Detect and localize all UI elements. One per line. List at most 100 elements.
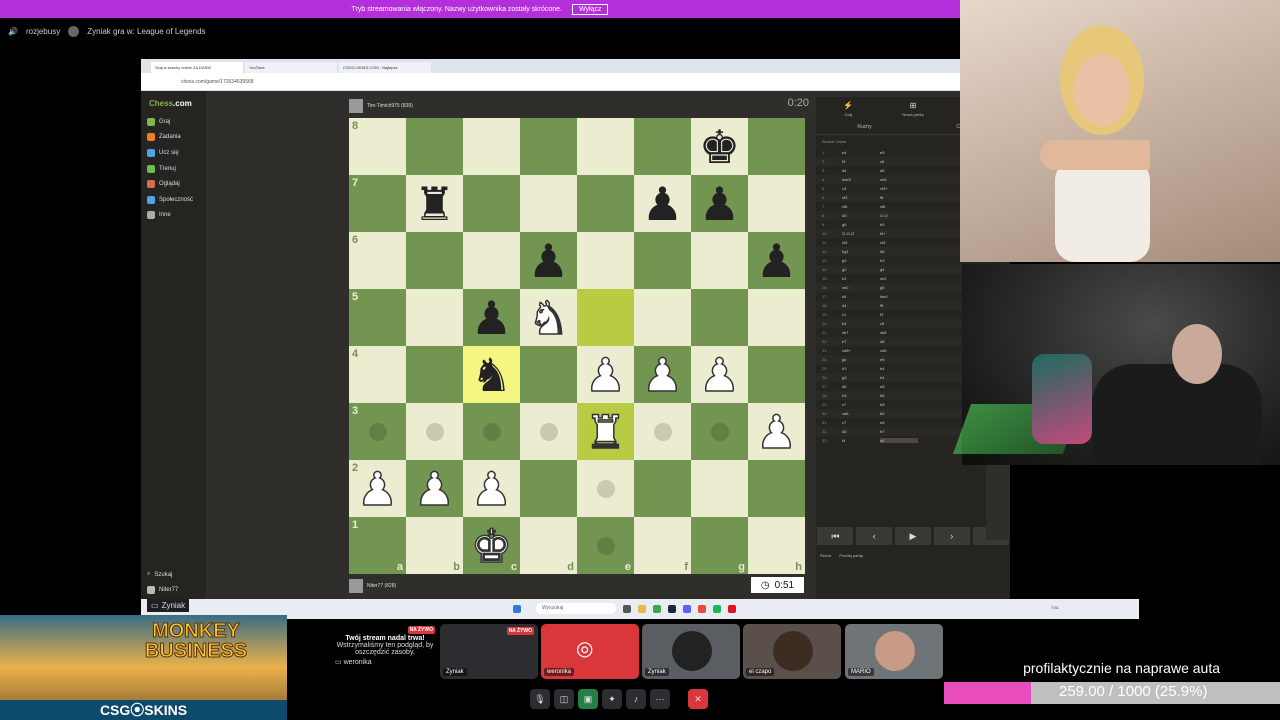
csgoskins-ad[interactable]: MONKEY BUSINESS CSG⦿SKINS	[0, 615, 287, 720]
square-h3[interactable]: ♟	[748, 403, 805, 460]
square-a3[interactable]: 3	[349, 403, 406, 460]
spotify-icon[interactable]	[713, 605, 721, 613]
move[interactable]: d3	[842, 213, 880, 218]
square-a1[interactable]: 1a	[349, 517, 406, 574]
opponent-name[interactable]: Tim-Timich975 (839)	[367, 103, 413, 109]
move[interactable]: g3	[842, 375, 880, 380]
black-rook-icon[interactable]: ♜	[414, 181, 455, 227]
sidebar-item-0[interactable]: Graj	[141, 114, 206, 130]
move[interactable]: h3	[880, 258, 918, 263]
legal-move-dot[interactable]	[368, 422, 387, 441]
square-c2[interactable]: ♟	[463, 460, 520, 517]
square-h2[interactable]	[748, 460, 805, 517]
move[interactable]: h5	[880, 222, 918, 227]
square-b5[interactable]	[406, 289, 463, 346]
square-c1[interactable]: c ♚	[463, 517, 520, 574]
square-f3[interactable]	[634, 403, 691, 460]
move[interactable]: h4	[880, 375, 918, 380]
square-e4[interactable]: ♟	[577, 346, 634, 403]
prev-move-button[interactable]: ‹	[856, 527, 893, 545]
move[interactable]: e6	[880, 357, 918, 362]
white-pawn-icon[interactable]: ♟	[755, 408, 798, 456]
square-d5[interactable]: ♞	[520, 289, 577, 346]
square-g4[interactable]: ♟	[691, 346, 748, 403]
microphone-button[interactable]: 🎙	[530, 689, 550, 709]
move[interactable]: e5	[880, 150, 918, 155]
media-icon[interactable]	[728, 605, 736, 613]
disconnect-button[interactable]: ✕	[688, 689, 708, 709]
webcam-zyniak[interactable]	[952, 264, 1280, 465]
move[interactable]: g5	[842, 222, 880, 227]
legal-move-dot[interactable]	[596, 479, 615, 498]
square-g5[interactable]	[691, 289, 748, 346]
participant-tile[interactable]: ◎ weronika	[541, 624, 639, 679]
square-e1[interactable]: e	[577, 517, 634, 574]
square-g3[interactable]	[691, 403, 748, 460]
move[interactable]: c7	[842, 420, 880, 425]
disable-streamer-mode-button[interactable]: Wyłącz	[571, 3, 609, 15]
white-rook-icon[interactable]: ♜	[584, 408, 627, 456]
square-a7[interactable]: 7	[349, 175, 406, 232]
square-d3[interactable]	[520, 403, 577, 460]
square-f1[interactable]: f	[634, 517, 691, 574]
move[interactable]: xf6	[842, 204, 880, 209]
move[interactable]: f4+	[880, 231, 918, 236]
participant-tile[interactable]: NA ŻYWO Zyniak	[440, 624, 538, 679]
white-pawn-icon[interactable]: ♟	[356, 465, 399, 513]
participant-tile[interactable]: MARIO	[845, 624, 943, 679]
move[interactable]: O-O	[880, 213, 918, 218]
taskview-icon[interactable]	[623, 605, 631, 613]
browser-tab-chess[interactable]: Graj w szachy online ZA DARM	[151, 62, 243, 73]
system-tray[interactable]: 7:51	[1051, 605, 1059, 610]
move[interactable]: xd8	[880, 348, 918, 353]
steam-icon[interactable]	[668, 605, 676, 613]
address-bar[interactable]: chess.com/game/172634639568	[141, 73, 960, 91]
move[interactable]: f3	[880, 312, 918, 317]
square-e8[interactable]	[577, 118, 634, 175]
square-c4[interactable]: ♞	[463, 346, 520, 403]
draw-button[interactable]: Remis	[820, 553, 831, 558]
move[interactable]: xb8	[880, 330, 918, 335]
square-e7[interactable]	[577, 175, 634, 232]
move[interactable]: xe5	[880, 177, 918, 182]
move[interactable]: f3	[842, 159, 880, 164]
move[interactable]: O-O-O	[842, 231, 880, 236]
square-b6[interactable]	[406, 232, 463, 289]
square-h5[interactable]	[748, 289, 805, 346]
square-a4[interactable]: 4	[349, 346, 406, 403]
square-h7[interactable]	[748, 175, 805, 232]
tab-moves[interactable]: Ruchy	[816, 121, 913, 134]
square-f5[interactable]	[634, 289, 691, 346]
screen-share-button[interactable]: ▣	[578, 689, 598, 709]
legal-move-dot[interactable]	[710, 422, 729, 441]
explorer-icon[interactable]	[638, 605, 646, 613]
move[interactable]: d4	[842, 168, 880, 173]
legal-move-dot[interactable]	[482, 422, 501, 441]
panel-tab-1[interactable]: ⊞ Nowa partia	[881, 97, 946, 121]
browser-tab-youtube[interactable]: YouTube	[245, 62, 337, 73]
panel-tab-0[interactable]: ⚡ Graj	[816, 97, 881, 121]
move[interactable]: d5	[842, 429, 880, 434]
square-a2[interactable]: 2 ♟	[349, 460, 406, 517]
move[interactable]: c5	[880, 321, 918, 326]
sidebar-item-2[interactable]: Ucz się	[141, 145, 206, 161]
black-pawn-icon[interactable]: ♟	[699, 181, 740, 227]
move[interactable]: d8	[880, 339, 918, 344]
player-name[interactable]: Niter77 (828)	[367, 583, 396, 589]
square-a6[interactable]: 6	[349, 232, 406, 289]
move[interactable]: c3	[842, 186, 880, 191]
chess-board[interactable]: 8 ♚ 7 ♜ ♟ ♟ 6 ♟ ♟ 5 ♟ ♞ 4 ♞ ♟ ♟ ♟ 3 ♜ ♟ 2 ♟ ♟ ♟ 1 a b c ♚ d e f g h	[349, 118, 805, 574]
move[interactable]: h6	[880, 393, 918, 398]
move[interactable]: e2	[842, 276, 880, 281]
participant-tile[interactable]: Zyniak	[642, 624, 740, 679]
black-pawn-icon[interactable]: ♟	[528, 238, 569, 284]
webcam-weronika[interactable]	[960, 0, 1280, 262]
square-h1[interactable]: h	[748, 517, 805, 574]
resign-button[interactable]: Poddaj partię	[839, 553, 863, 558]
square-c3[interactable]	[463, 403, 520, 460]
sidebar-item-6[interactable]: Inne	[141, 208, 206, 224]
square-b3[interactable]	[406, 403, 463, 460]
chess-logo[interactable]: Chess.com	[141, 91, 206, 114]
square-d7[interactable]	[520, 175, 577, 232]
white-pawn-icon[interactable]: ♟	[584, 351, 627, 399]
